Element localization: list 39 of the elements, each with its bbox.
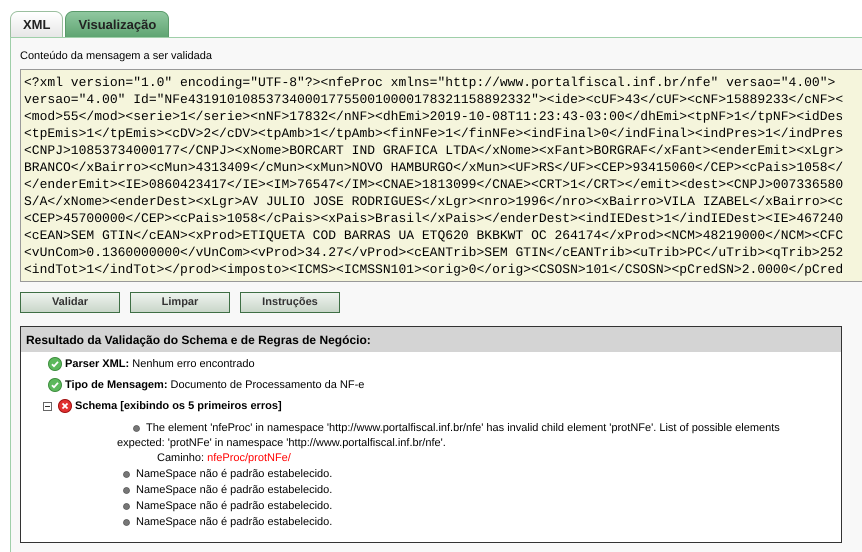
result-line: Schema [exibindo os 5 primeiros erros]	[75, 398, 282, 414]
action-button[interactable]: Limpar	[130, 292, 230, 313]
message-label: Conteúdo da mensagem a ser validada	[20, 49, 214, 64]
xml-text-line: <vUnCom>0.1360000000</vUnCom><vProd>34.27</vProd><cEANTrib>SEM GTIN</cEANTrib><uTrib>PC</uTrib><qTrib>252	[24, 244, 844, 261]
collapse-icon[interactable]	[43, 402, 52, 410]
error-message: NameSpace não é padrão estabelecido.	[136, 482, 332, 498]
path-label: Caminho:	[157, 451, 204, 466]
bullet-icon	[123, 518, 130, 526]
result-line: Tipo de Mensagem: Documento de Processamento da NF-e	[65, 378, 364, 393]
action-button[interactable]: Validar	[20, 292, 120, 313]
result-title: Resultado da Validação do Schema e de Regras de Negócio:	[21, 327, 841, 352]
xml-text-line: </enderEmit><IE>0860423417</IE><IM>76547</IM><CNAE>1813099</CNAE><CRT>1</CRT></emit><dest><CNPJ>007336580	[24, 176, 844, 193]
xml-text-line: <CNPJ>10853734000177</CNPJ><xNome>BORCART IND GRAFICA LTDA</xNome><xFant>BORGRAF</xFant><enderEmit><xLgr>	[24, 142, 844, 159]
error-message: NameSpace não é padrão estabelecido.	[136, 498, 332, 514]
error-message: NameSpace não é padrão estabelecido.	[136, 466, 332, 482]
xml-text-line: <indTot>1</indTot></prod><imposto><ICMS><ICMSSN101><orig>0</orig><CSOSN>101</CSOSN><pCredSN>2.0000</pCred	[24, 261, 844, 278]
error-icon	[58, 399, 72, 413]
xml-text-line: versao="4.00" Id="NFe43191010853734000177550010000178321158892332"><ide><cUF>43</cUF><cNF>15889233</cNF><	[24, 91, 844, 108]
error-message: The element 'nfeProc' in namespace 'http://www.portalfiscal.inf.br/nfe' has invalid child element 'protNFe'. List of possible elements expected: 'protNFe' in namespace 'http://www.portalfiscal.inf.br/nfe'.	[117, 421, 781, 451]
xml-text-line: <tpEmis>1</tpEmis><cDV>2</cDV><tpAmb>1</tpAmb><finNFe>1</finNFe><indFinal>0</indFinal><indPres>1</indPres	[24, 125, 844, 142]
bullet-icon	[123, 486, 130, 494]
result-line: Parser XML: Nenhum erro encontrado	[65, 356, 255, 372]
xml-text-line: S/A</xNome><enderDest><xLgr>AV JULIO JOSE RODRIGUES</xLgr><nro>1996</nro><xBairro>VILA IZABEL</xBairro><c	[24, 193, 844, 210]
xml-text-area[interactable]	[20, 69, 862, 282]
action-button[interactable]: Instruções	[240, 292, 340, 313]
bullet-icon	[123, 470, 130, 478]
tab[interactable]: Visualização	[65, 11, 170, 37]
check-icon	[48, 357, 62, 371]
xml-text-line: <mod>55</mod><serie>1</serie><nNF>17832</nNF><dhEmi>2019-10-08T11:23:43-03:00</dhEmi><tpNF>1</tpNF><idDes	[24, 108, 844, 125]
path-link[interactable]: nfeProc/protNFe/	[207, 451, 291, 466]
xml-text-line: <?xml version="1.0" encoding="UTF-8"?><nfeProc xmlns="http://www.portalfiscal.inf.br/nfe" versao="4.00">	[24, 74, 836, 91]
error-message: NameSpace não é padrão estabelecido.	[136, 514, 332, 530]
tab[interactable]: XML	[10, 11, 64, 37]
check-icon	[48, 378, 62, 392]
xml-text-line: <CEP>45700000</CEP><cPais>1058</cPais><xPais>Brasil</xPais></enderDest><indIEDest>1</indIEDest><IE>467240	[24, 210, 844, 227]
bullet-icon	[133, 424, 140, 432]
xml-text-line: <cEAN>SEM GTIN</cEAN><xProd>ETIQUETA COD BARRAS UA ETQ620 BKBKWT OC 264174</xProd><NCM>48219000</NCM><CFC	[24, 227, 844, 244]
xml-text-line: BRANCO</xBairro><cMun>4313409</cMun><xMun>NOVO HAMBURGO</xMun><UF>RS</UF><CEP>93415060</CEP><cPais>1058</	[24, 159, 844, 176]
bullet-icon	[123, 502, 130, 510]
